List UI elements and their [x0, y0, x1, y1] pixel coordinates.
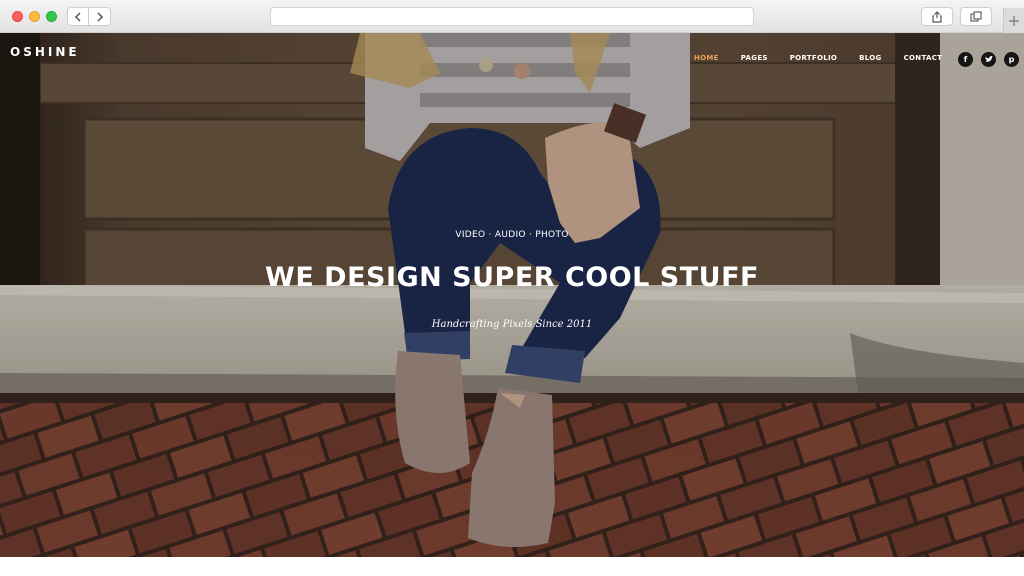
hero-headline: WE DESIGN SUPER COOL STUFF	[265, 262, 759, 293]
nav-portfolio[interactable]: PORTFOLIO	[790, 54, 837, 62]
plus-icon	[1009, 15, 1019, 26]
forward-button[interactable]	[89, 7, 111, 26]
chevron-right-icon	[96, 11, 103, 22]
hero-tagline: Handcrafting Pixels Since 2011	[431, 319, 593, 330]
hero-kicker: VIDEO · AUDIO · PHOTO	[455, 230, 569, 240]
hero-dim-overlay	[0, 33, 1024, 557]
tabs-icon	[970, 11, 982, 22]
hero-section: OSHINE HOME PAGES PORTFOLIO BLOG CONTACT…	[0, 33, 1024, 557]
zoom-window-button[interactable]	[46, 11, 57, 22]
facebook-icon[interactable]: f	[958, 52, 973, 67]
nav-pages[interactable]: PAGES	[741, 54, 768, 62]
new-tab-button[interactable]	[1003, 8, 1024, 33]
social-links: f p	[958, 52, 1019, 67]
share-button[interactable]	[921, 7, 953, 26]
site-logo[interactable]: OSHINE	[10, 45, 80, 59]
twitter-icon[interactable]	[981, 52, 996, 67]
nav-contact[interactable]: CONTACT	[904, 54, 943, 62]
page-below-hero	[0, 557, 1024, 576]
close-window-button[interactable]	[12, 11, 23, 22]
minimize-window-button[interactable]	[29, 11, 40, 22]
show-tabs-button[interactable]	[960, 7, 992, 26]
nav-home[interactable]: HOME	[694, 54, 719, 62]
pinterest-icon[interactable]: p	[1004, 52, 1019, 67]
browser-toolbar	[0, 0, 1024, 33]
site-header: OSHINE HOME PAGES PORTFOLIO BLOG CONTACT…	[0, 33, 1024, 83]
chevron-left-icon	[74, 11, 81, 22]
back-button[interactable]	[67, 7, 89, 26]
share-icon	[932, 10, 942, 23]
main-navigation: HOME PAGES PORTFOLIO BLOG CONTACT	[694, 54, 964, 62]
nav-blog[interactable]: BLOG	[859, 54, 881, 62]
address-bar[interactable]	[270, 7, 754, 26]
